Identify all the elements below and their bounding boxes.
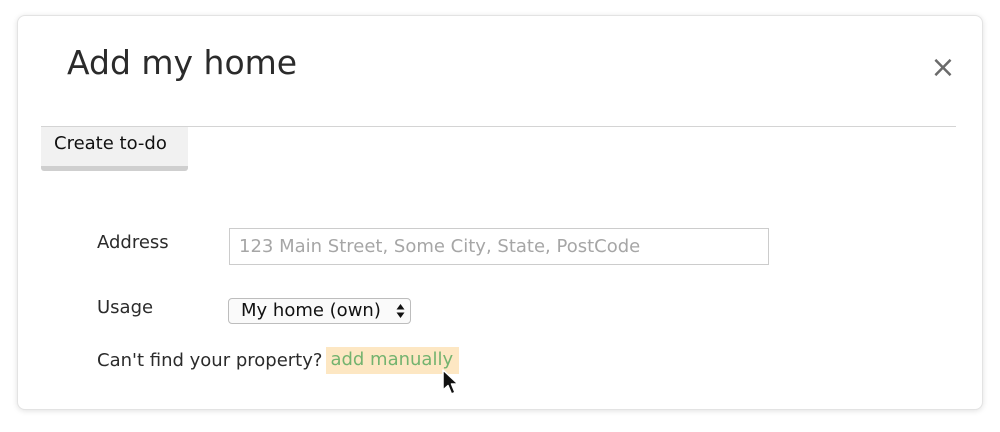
modal-title: Add my home <box>67 43 298 82</box>
usage-selected-value: My home (own) <box>241 300 381 321</box>
create-todo-button[interactable]: Create to-do <box>41 127 188 171</box>
mouse-pointer-icon <box>442 369 459 395</box>
add-home-modal: Add my home × Create to-do Address Usage… <box>17 15 983 410</box>
address-input[interactable] <box>229 228 769 265</box>
usage-label: Usage <box>97 297 154 318</box>
close-icon[interactable]: × <box>927 52 959 84</box>
cant-find-row: Can't find your property? add manually <box>97 347 460 374</box>
usage-select[interactable]: My home (own) <box>228 298 411 324</box>
address-label: Address <box>97 232 169 253</box>
cant-find-text: Can't find your property? <box>97 350 323 371</box>
updown-arrows-icon <box>396 304 405 318</box>
